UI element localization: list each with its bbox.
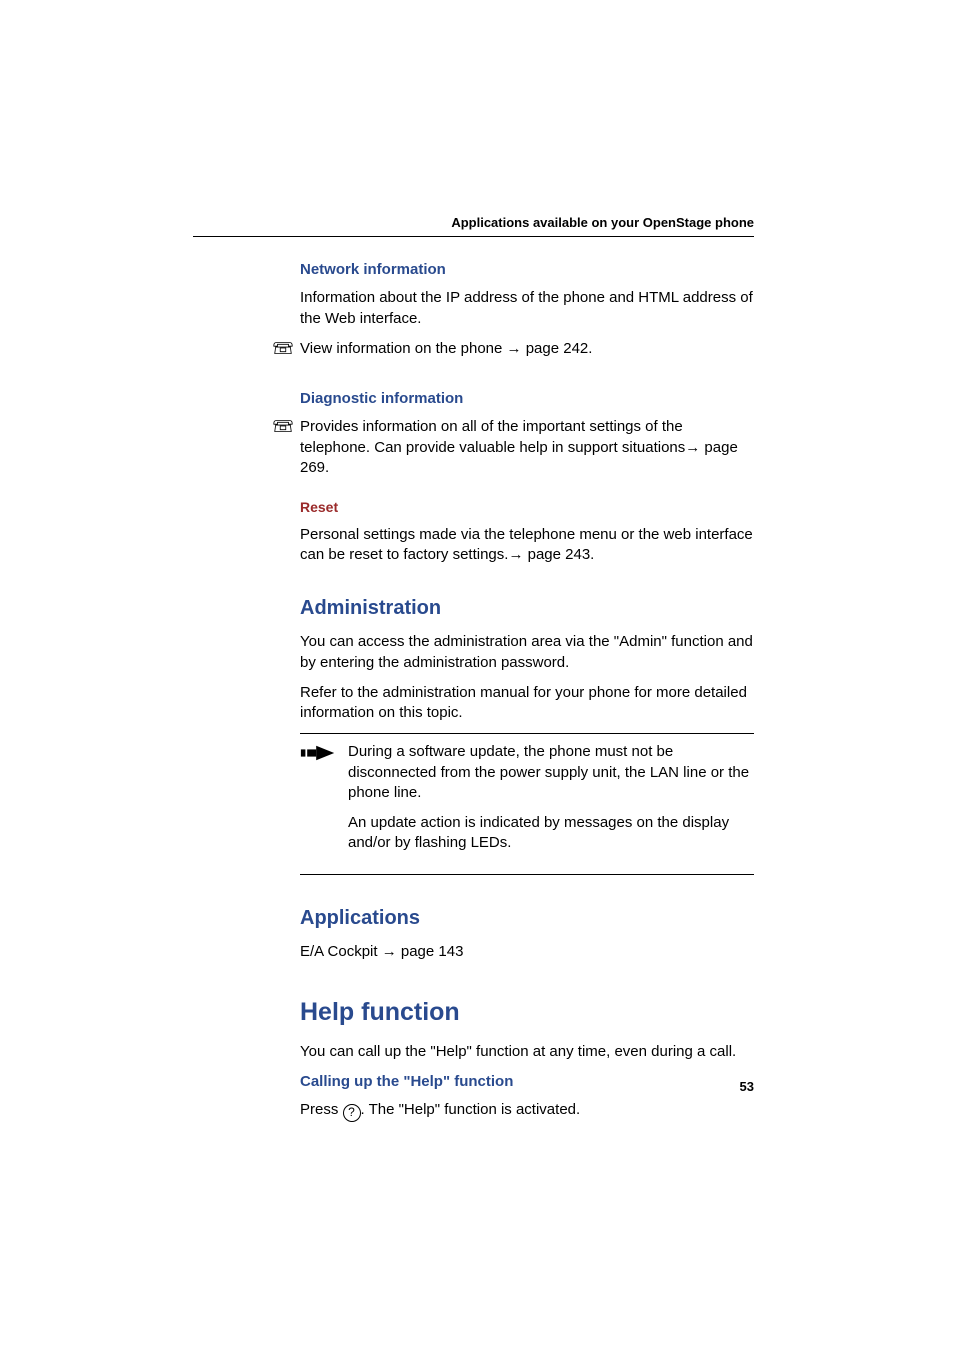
note-para-1: During a software update, the phone must…	[348, 742, 754, 803]
help-key-icon: ?	[343, 1104, 361, 1122]
page-number: 53	[740, 1078, 754, 1096]
arrow-icon: →	[508, 546, 523, 563]
text: View information on the phone	[300, 340, 507, 357]
page-ref[interactable]: page 143	[397, 943, 464, 960]
arrow-icon: →	[685, 439, 700, 456]
administration-para-1: You can access the administration area v…	[300, 632, 754, 673]
note-arrow-icon	[300, 742, 342, 863]
diagnostic-info-heading: Diagnostic information	[300, 389, 754, 409]
text: . The "Help" function is activated.	[361, 1101, 581, 1118]
administration-heading: Administration	[300, 595, 754, 622]
running-head: Applications available on your OpenStage…	[300, 214, 754, 236]
page-ref[interactable]: page 242.	[522, 340, 593, 357]
note-box: During a software update, the phone must…	[300, 733, 754, 874]
applications-heading: Applications	[300, 905, 754, 932]
network-info-para-2: View information on the phone → page 242…	[300, 339, 754, 359]
text: Press	[300, 1101, 343, 1118]
diagnostic-info-para: Provides information on all of the impor…	[300, 417, 754, 478]
reset-heading: Reset	[300, 498, 754, 517]
phone-icon	[272, 339, 300, 369]
text: E/A Cockpit	[300, 943, 382, 960]
help-para-2: Press ?. The "Help" function is activate…	[300, 1100, 754, 1122]
applications-para: E/A Cockpit → page 143	[300, 942, 754, 962]
note-para-2: An update action is indicated by message…	[348, 813, 754, 854]
phone-icon	[272, 417, 300, 488]
reset-para: Personal settings made via the telephone…	[300, 525, 754, 566]
help-para-1: You can call up the "Help" function at a…	[300, 1042, 754, 1062]
help-subheading: Calling up the "Help" function	[300, 1072, 754, 1092]
note-text: During a software update, the phone must…	[348, 742, 754, 863]
content-area: Network information Information about th…	[0, 254, 754, 1132]
running-head-rule	[193, 236, 754, 237]
network-info-para-1: Information about the IP address of the …	[300, 288, 754, 329]
administration-para-2: Refer to the administration manual for y…	[300, 683, 754, 724]
page-ref[interactable]: page 243.	[523, 546, 594, 563]
page: Applications available on your OpenStage…	[0, 0, 954, 1351]
text: Provides information on all of the impor…	[300, 418, 685, 455]
arrow-icon: →	[382, 943, 397, 960]
help-function-heading: Help function	[300, 996, 754, 1030]
network-info-heading: Network information	[300, 260, 754, 280]
arrow-icon: →	[507, 340, 522, 357]
